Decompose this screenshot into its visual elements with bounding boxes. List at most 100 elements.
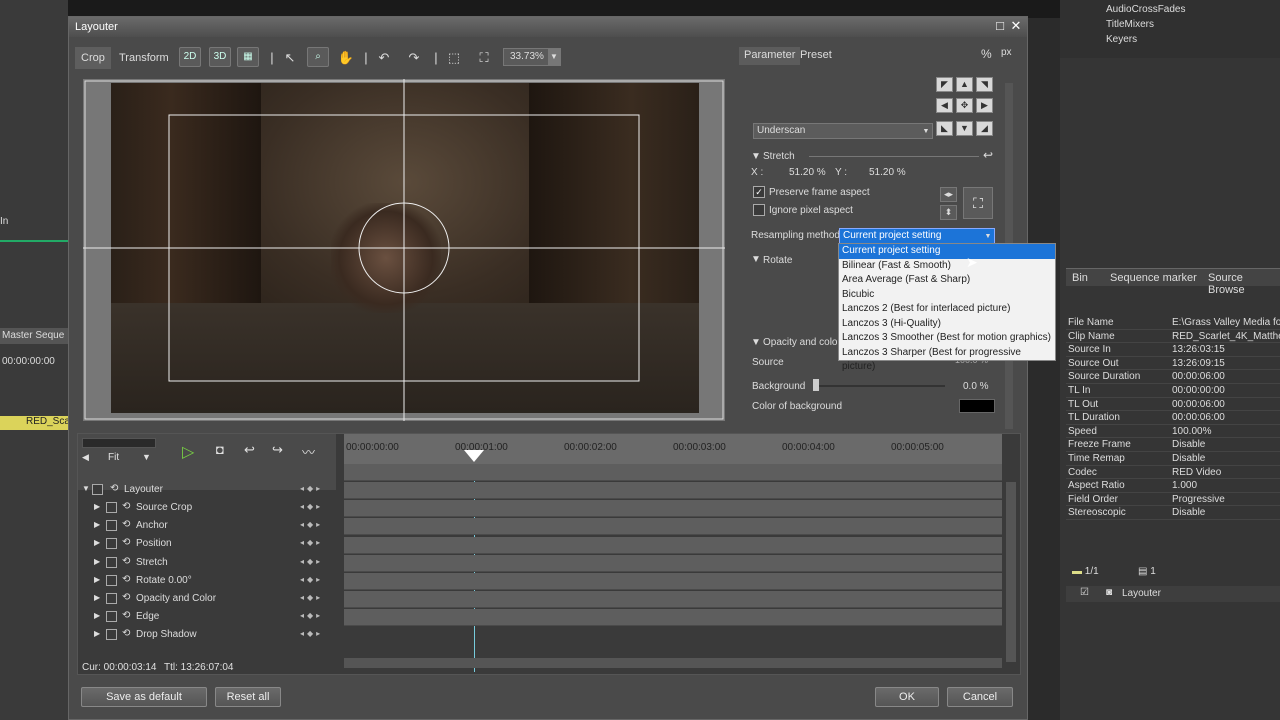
cancel-button[interactable]: Cancel (947, 687, 1013, 707)
playhead-icon[interactable] (464, 450, 484, 462)
keyframe-nav-icon[interactable]: ◂◆▸ (300, 520, 323, 529)
swap-vertical-icon[interactable]: ⬍ (940, 205, 957, 220)
tree-item[interactable]: AudioCrossFades (1106, 4, 1185, 15)
align-top-icon[interactable]: ▲ (956, 77, 973, 92)
align-left-icon[interactable]: ◀ (936, 98, 953, 113)
resampling-dropdown-list[interactable]: Current project setting Bilinear (Fast & … (838, 243, 1056, 373)
stretch-x-field[interactable]: 51.20 % (789, 167, 826, 178)
pointer-icon[interactable]: ↖ (281, 49, 299, 67)
keyframe-nav-icon[interactable]: ◂◆▸ (300, 538, 323, 547)
align-right-icon[interactable]: ▶ (976, 98, 993, 113)
timeline-scrollbar[interactable] (1006, 482, 1016, 662)
track-checkbox[interactable] (106, 538, 117, 550)
underscan-select[interactable]: Underscan ▼ (753, 123, 933, 139)
hand-icon[interactable]: ✋ (337, 49, 355, 67)
timeline-ruler[interactable]: 00:00:00:00 00:00:01:00 00:00:02:00 00:00:0… (344, 434, 1002, 466)
track-lane[interactable] (344, 482, 1002, 499)
2d-icon[interactable]: 2D (179, 47, 201, 67)
track-checkbox[interactable] (106, 593, 117, 604)
background-slider-handle[interactable] (813, 379, 819, 391)
tab-transform[interactable]: Transform (113, 47, 175, 69)
tab-sequence-marker[interactable]: Sequence marker (1110, 272, 1197, 284)
chevron-right-icon[interactable]: ▶ (94, 502, 100, 511)
tree-item[interactable]: Keyers (1106, 34, 1137, 45)
track-row[interactable]: ▶ ⟲ Opacity and Color ◂◆▸ (78, 591, 340, 608)
track-checkbox[interactable] (106, 629, 117, 641)
resampling-option[interactable]: Lanczos 2 (Best for interlaced picture) (839, 302, 1055, 317)
tab-bin[interactable]: Bin (1072, 272, 1088, 284)
graph-icon[interactable]: 〰 (302, 442, 315, 461)
align-top-right-icon[interactable]: ◥ (976, 77, 993, 92)
track-checkbox[interactable] (106, 574, 117, 586)
ignore-pixel-aspect-checkbox[interactable] (753, 204, 765, 216)
save-as-default-button[interactable]: Save as default (81, 687, 207, 707)
track-row[interactable]: ▶ ⟲ Source Crop ◂◆▸ (78, 500, 340, 517)
check-icon[interactable]: ☑ (1080, 587, 1089, 598)
track-lane[interactable] (344, 500, 1002, 518)
background-value[interactable]: 0.0 % (963, 381, 989, 392)
resampling-option[interactable]: Lanczos 3 (Hi-Quality) (839, 317, 1055, 332)
redo-icon[interactable]: ↷ (405, 49, 423, 67)
percent-unit-button[interactable]: % (981, 47, 992, 61)
preserve-frame-aspect-checkbox[interactable]: ✓ (753, 186, 765, 198)
stretch-expander-icon[interactable]: ▼ (751, 151, 761, 162)
chevron-right-icon[interactable]: ▶ (94, 575, 100, 584)
track-row[interactable]: ▶ ⟲ Stretch ◂◆▸ (78, 555, 340, 572)
chevron-down-icon[interactable]: ▼ (82, 484, 90, 493)
play-icon[interactable]: ▷ (182, 442, 194, 462)
resampling-option[interactable]: Bicubic (839, 288, 1055, 303)
resampling-option[interactable]: Lanczos 3 Sharper (Best for progressive … (839, 346, 1055, 373)
rotate-expander-icon[interactable]: ▼ (751, 254, 761, 265)
chevron-right-icon[interactable]: ▶ (94, 538, 100, 547)
tab-preset[interactable]: Preset (795, 47, 837, 65)
chevron-right-icon[interactable]: ▶ (94, 520, 100, 529)
chevron-right-icon[interactable]: ▶ (94, 593, 100, 602)
tab-crop[interactable]: Crop (75, 47, 111, 69)
tab-source-browse[interactable]: Source Browse (1208, 272, 1280, 296)
fit-label[interactable]: Fit (108, 452, 119, 463)
track-row[interactable]: ▶ ⟲ Position ◂◆▸ (78, 536, 340, 553)
swap-horizontal-icon[interactable]: ◂▸ (940, 187, 957, 202)
fullscreen-icon[interactable]: ⛶ (963, 187, 993, 219)
undo-icon[interactable]: ↶ (375, 49, 393, 67)
left-clip[interactable]: RED_Sca (0, 416, 70, 430)
fit-icon[interactable]: ⛶ (475, 49, 493, 67)
background-slider[interactable] (815, 385, 945, 387)
track-checkbox[interactable] (106, 556, 117, 568)
chevron-right-icon[interactable]: ▶ (94, 611, 100, 620)
safe-area-icon[interactable]: ⬚ (445, 49, 463, 67)
align-center-icon[interactable]: ✥ (956, 98, 973, 113)
keyframe-nav-icon[interactable]: ◂◆▸ (300, 557, 323, 566)
tree-item[interactable]: TitleMixers (1106, 19, 1154, 30)
stretch-y-field[interactable]: 51.20 % (869, 167, 906, 178)
track-lane[interactable] (344, 609, 1002, 627)
chevron-down-icon[interactable]: ▼ (142, 452, 151, 462)
layouter-track-row[interactable]: ▼ ⟲ Layouter ◂◆▸ (78, 482, 340, 499)
resampling-option[interactable]: Area Average (Fast & Sharp) (839, 273, 1055, 288)
loop-icon[interactable]: ◘ (216, 442, 224, 457)
px-unit-button[interactable]: px (1001, 47, 1012, 58)
resampling-option[interactable]: Bilinear (Fast & Smooth) (839, 259, 1055, 274)
align-bottom-icon[interactable]: ▼ (956, 121, 973, 136)
zoom-slider[interactable] (82, 438, 156, 448)
chevron-left-icon[interactable]: ◀ (82, 452, 89, 463)
preview-area[interactable] (83, 79, 725, 421)
prev-key-icon[interactable]: ↩ (244, 442, 255, 458)
track-checkbox[interactable] (106, 520, 117, 532)
timeline-hscrollbar[interactable] (344, 658, 1002, 668)
resampling-method-select[interactable]: Current project setting ▼ (839, 228, 995, 244)
3d-icon[interactable]: 3D (209, 47, 231, 67)
background-color-swatch[interactable] (959, 399, 995, 413)
ok-button[interactable]: OK (875, 687, 939, 707)
zoom-icon[interactable]: ⌕ (307, 47, 329, 67)
keyframe-nav-icon[interactable]: ◂◆▸ (300, 502, 323, 511)
keyframe-nav-icon[interactable]: ◂◆▸ (300, 484, 323, 493)
track-lane[interactable] (344, 518, 1002, 536)
zoom-level-select[interactable]: 33.73% ▼ (503, 48, 561, 66)
track-lane[interactable] (344, 591, 1002, 609)
close-icon[interactable]: ✕ (1009, 19, 1023, 33)
track-checkbox[interactable] (106, 502, 117, 513)
chevron-right-icon[interactable]: ▶ (94, 557, 100, 566)
track-lane[interactable] (344, 573, 1002, 590)
track-lane[interactable] (344, 536, 1002, 554)
